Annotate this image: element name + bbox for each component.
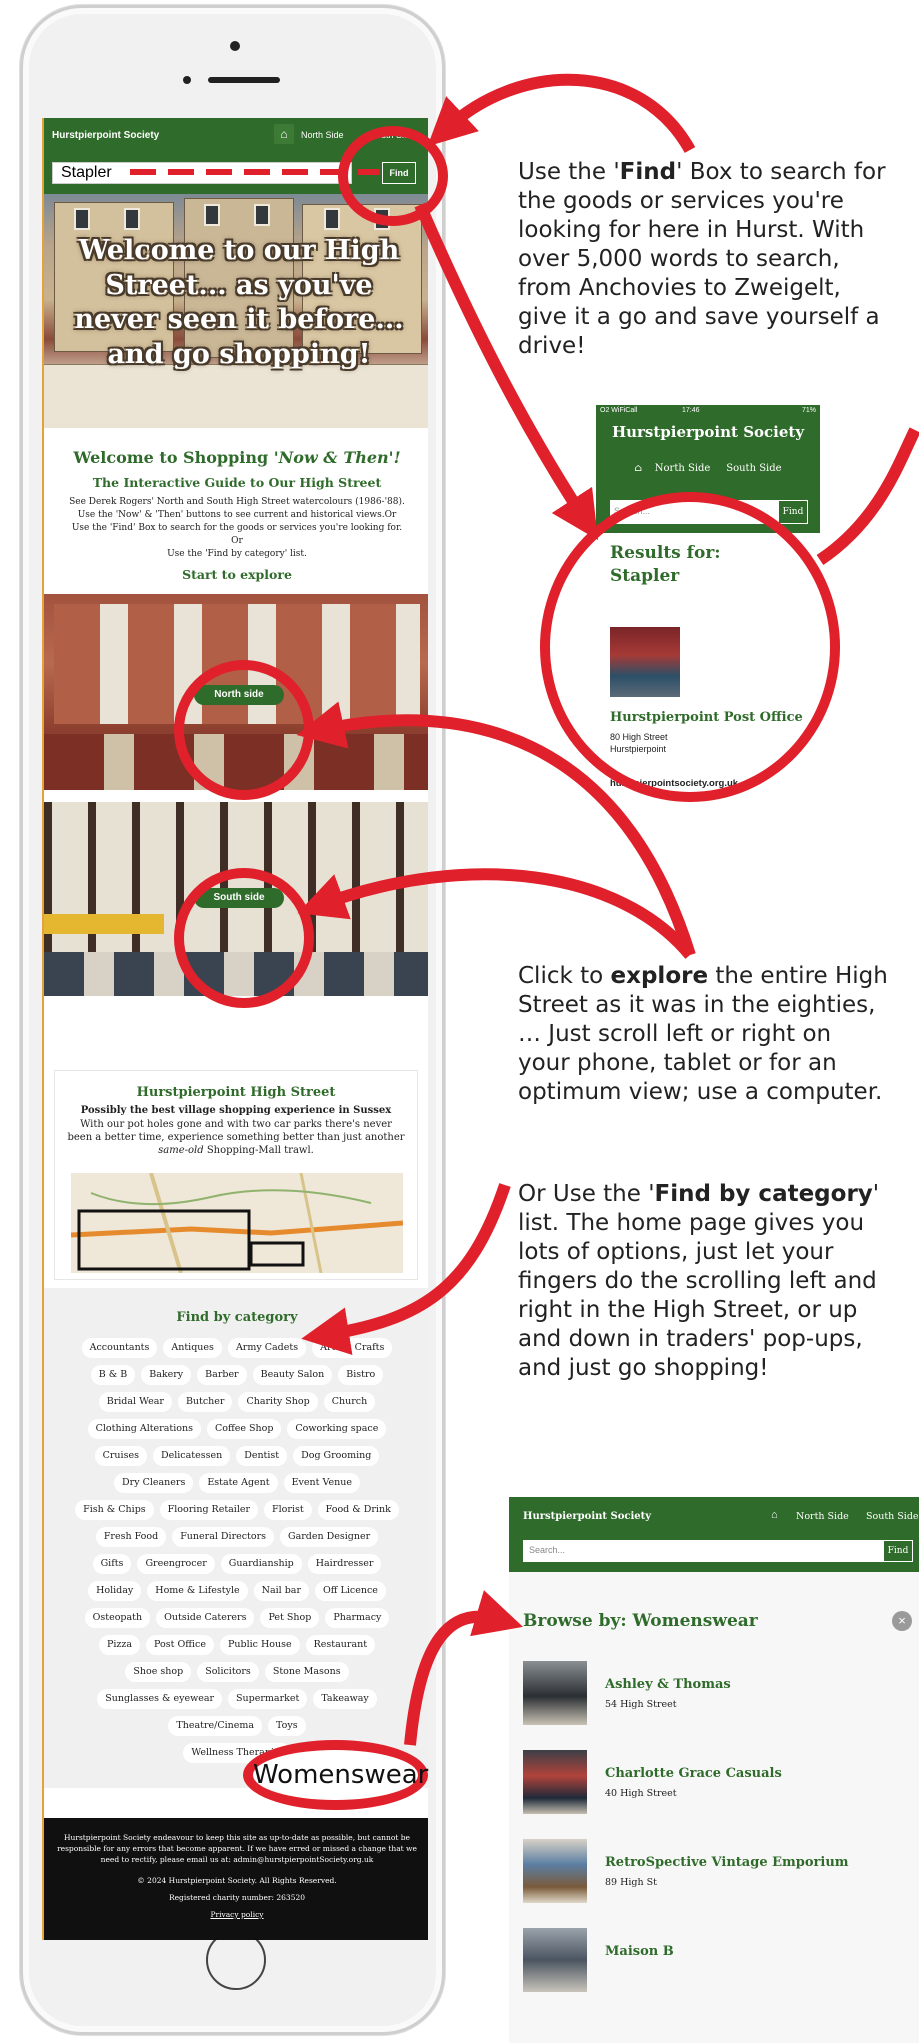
south-arrow (297, 868, 695, 959)
results-arrow (414, 202, 599, 541)
womenswear-arrow (404, 1590, 523, 1746)
results-highlight-circle (540, 492, 840, 802)
find-arrow (427, 73, 696, 153)
south-highlight-circle (174, 868, 314, 1008)
north-highlight-circle (174, 660, 314, 800)
annotation-overlay (130, 73, 919, 1746)
womenswear-highlight: Womenswear (243, 1740, 428, 1810)
category-arrow (301, 1183, 511, 1355)
find-highlight-circle (338, 126, 448, 226)
results-exit-arrow (816, 427, 919, 565)
